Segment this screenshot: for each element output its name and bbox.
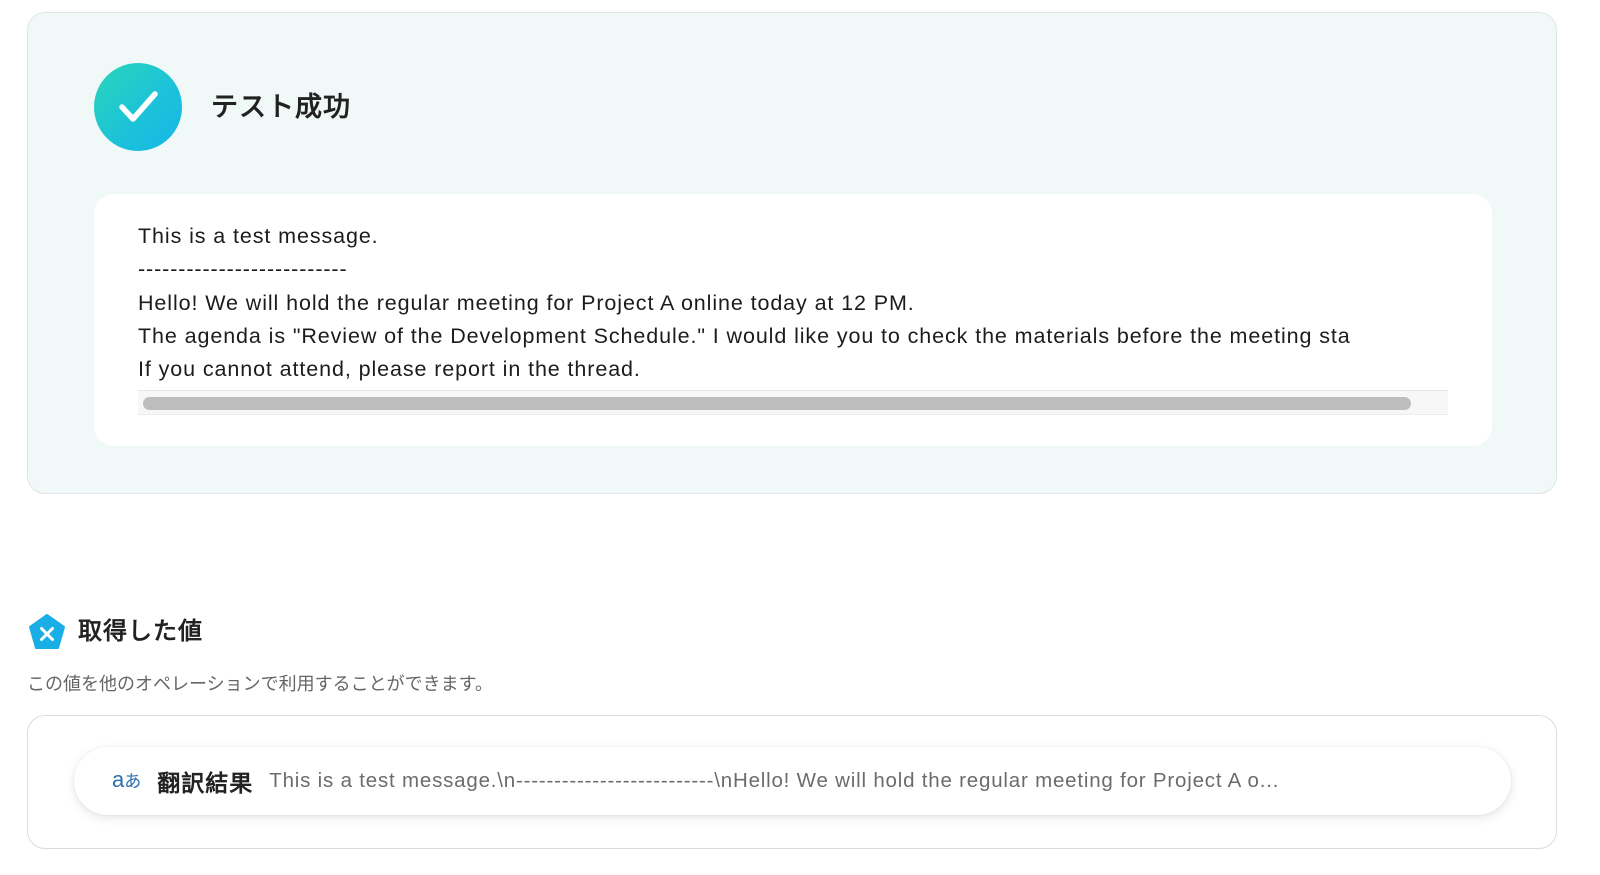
message-line: This is a test message. [138, 224, 379, 248]
chip-label: 翻訳結果 [157, 770, 254, 796]
chip-value: This is a test message.\n---------------… [269, 769, 1280, 792]
success-title: テスト成功 [211, 92, 351, 122]
message-line: The agenda is "Review of the Development… [138, 323, 1351, 348]
variable-icon [28, 613, 66, 651]
check-icon [94, 63, 182, 151]
obtained-values-title: 取得した値 [78, 618, 203, 645]
horizontal-scrollbar[interactable] [138, 390, 1448, 415]
scrollbar-thumb[interactable] [143, 397, 1411, 410]
obtained-values-panel: aあ 翻訳結果 This is a test message.\n-------… [27, 715, 1557, 849]
message-line: Hello! We will hold the regular meeting … [138, 290, 915, 315]
message-text: This is a test message. -----------------… [138, 220, 1448, 386]
message-line: If you cannot attend, please report in t… [138, 357, 641, 382]
translation-result-chip[interactable]: aあ 翻訳結果 This is a test message.\n-------… [74, 747, 1511, 815]
message-scroll-area[interactable]: This is a test message. -----------------… [138, 220, 1448, 416]
obtained-values-description: この値を他のオペレーションで利用することができます。 [27, 674, 493, 694]
page: テスト成功 This is a test message. -----------… [0, 0, 1600, 875]
message-line: -------------------------- [138, 257, 348, 282]
translate-icon: aあ [112, 767, 142, 792]
test-success-panel: テスト成功 This is a test message. -----------… [27, 12, 1557, 494]
test-result-message-box: This is a test message. -----------------… [94, 194, 1492, 446]
